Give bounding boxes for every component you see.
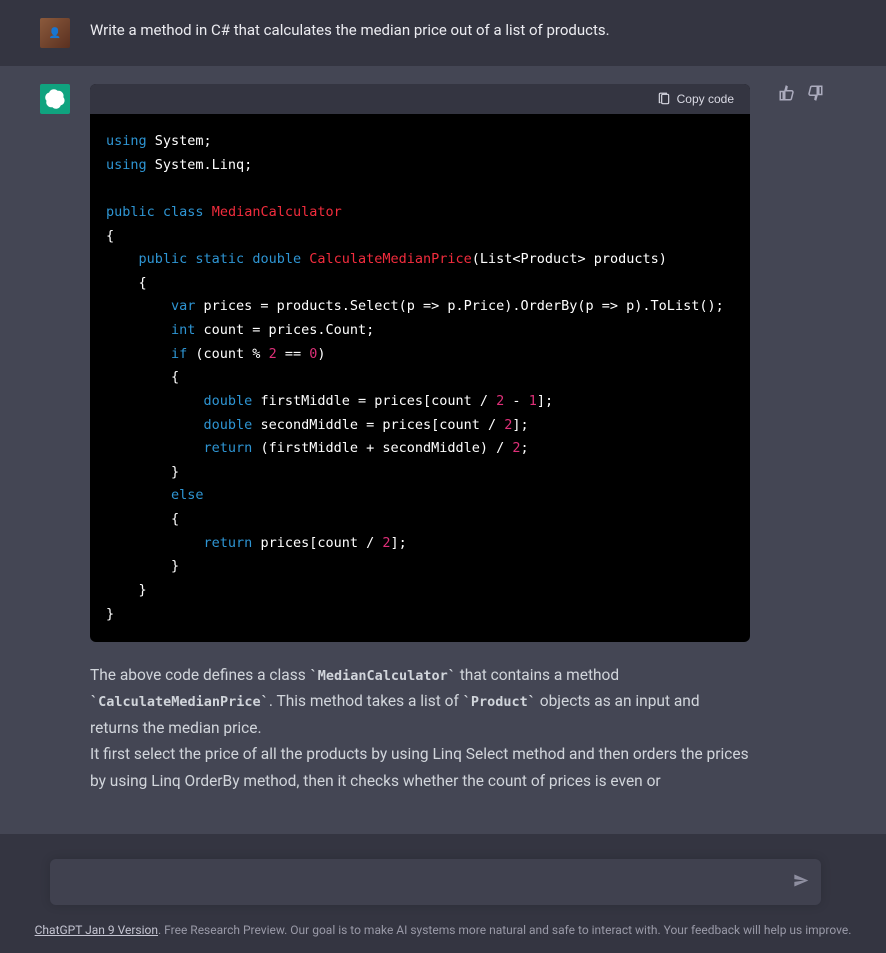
code-body[interactable]: using System; using System.Linq; public … — [90, 114, 750, 642]
user-message-text: Write a method in C# that calculates the… — [90, 18, 750, 48]
send-button[interactable] — [793, 873, 809, 892]
assistant-avatar — [40, 84, 70, 114]
thumbs-down-icon[interactable] — [806, 84, 824, 102]
input-area — [50, 859, 821, 905]
explanation-text: The above code defines a class `MedianCa… — [90, 662, 750, 794]
code-header: Copy code — [90, 84, 750, 114]
clipboard-icon — [657, 92, 671, 106]
assistant-message-content: Copy code using System; using System.Lin… — [90, 84, 750, 794]
copy-code-label: Copy code — [677, 92, 734, 106]
feedback-buttons — [778, 84, 824, 794]
thumbs-up-icon[interactable] — [778, 84, 796, 102]
version-link[interactable]: ChatGPT Jan 9 Version — [35, 923, 158, 937]
code-block: Copy code using System; using System.Lin… — [90, 84, 750, 642]
user-avatar: 👤 — [40, 18, 70, 48]
chat-input[interactable] — [50, 859, 821, 905]
user-message-row: 👤 Write a method in C# that calculates t… — [0, 0, 886, 66]
send-icon — [793, 873, 809, 889]
copy-code-button[interactable]: Copy code — [657, 92, 734, 106]
assistant-message-row: Copy code using System; using System.Lin… — [0, 66, 886, 834]
footer-text: ChatGPT Jan 9 Version. Free Research Pre… — [0, 923, 886, 937]
